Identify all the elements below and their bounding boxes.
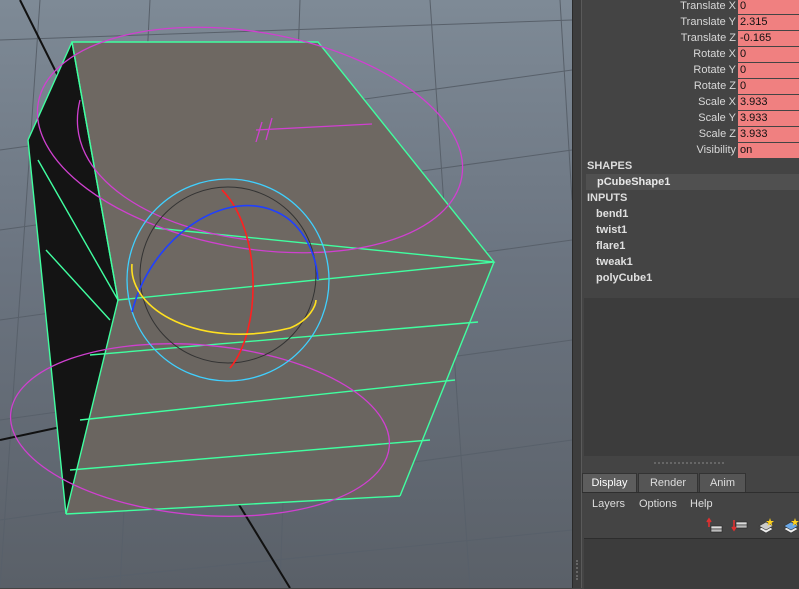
attr-value-field[interactable]: -0.165 bbox=[738, 31, 799, 46]
attr-label: Scale X bbox=[698, 96, 736, 108]
layer-list[interactable] bbox=[584, 538, 799, 589]
attr-row: Scale Z 3.933 bbox=[582, 126, 799, 142]
attr-label: Translate Z bbox=[680, 32, 736, 44]
attr-row: Translate Y 2.315 bbox=[582, 14, 799, 30]
input-item[interactable]: polyCube1 bbox=[596, 270, 652, 286]
tab-display[interactable]: Display bbox=[582, 473, 637, 493]
move-layer-down-icon[interactable] bbox=[731, 517, 749, 535]
input-item[interactable]: tweak1 bbox=[596, 254, 633, 270]
shape-item-label: pCubeShape1 bbox=[597, 176, 671, 188]
attr-row: Scale X 3.933 bbox=[582, 94, 799, 110]
attr-value-field[interactable]: 0 bbox=[738, 63, 799, 78]
cube-front-face bbox=[66, 262, 494, 514]
channel-box: Translate X 0 Translate Y 2.315 Translat… bbox=[582, 0, 799, 589]
attr-row: Scale Y 3.933 bbox=[582, 110, 799, 126]
attr-label: Scale Y bbox=[698, 112, 736, 124]
attr-label: Translate Y bbox=[680, 16, 736, 28]
shapes-header: SHAPES bbox=[587, 160, 633, 172]
splitter-grip bbox=[654, 462, 724, 466]
attr-row: Translate X 0 bbox=[582, 0, 799, 14]
attr-label: Rotate X bbox=[693, 48, 736, 60]
cube-top-face bbox=[72, 42, 494, 300]
attr-value-field[interactable]: 3.933 bbox=[738, 127, 799, 142]
attr-value-field[interactable]: on bbox=[738, 143, 799, 158]
attr-value-field[interactable]: 3.933 bbox=[738, 111, 799, 126]
shape-item[interactable]: pCubeShape1 bbox=[586, 174, 799, 190]
new-layer-from-selection-icon[interactable] bbox=[782, 517, 799, 535]
attr-row: Translate Z -0.165 bbox=[582, 30, 799, 46]
attr-value-field[interactable]: 3.933 bbox=[738, 95, 799, 110]
attr-label: Rotate Y bbox=[693, 64, 736, 76]
menu-layers[interactable]: Layers bbox=[592, 495, 625, 513]
attr-value-field[interactable]: 2.315 bbox=[738, 15, 799, 30]
menu-options[interactable]: Options bbox=[639, 495, 677, 513]
attr-label: Translate X bbox=[680, 0, 736, 12]
new-layer-icon[interactable] bbox=[757, 517, 775, 535]
attr-value-field[interactable]: 0 bbox=[738, 47, 799, 62]
attr-label: Scale Z bbox=[698, 128, 736, 140]
attr-value-field[interactable]: 0 bbox=[738, 79, 799, 94]
viewport-3d[interactable] bbox=[0, 0, 572, 588]
attr-row: Rotate X 0 bbox=[582, 46, 799, 62]
layer-toolbar bbox=[582, 515, 799, 537]
menu-help[interactable]: Help bbox=[690, 495, 713, 513]
input-item[interactable]: flare1 bbox=[596, 238, 625, 254]
tab-render[interactable]: Render bbox=[638, 473, 698, 492]
attr-row: Rotate Y 0 bbox=[582, 62, 799, 78]
move-layer-up-icon[interactable] bbox=[706, 517, 724, 535]
attr-row: Rotate Z 0 bbox=[582, 78, 799, 94]
attr-row: Visibility on bbox=[582, 142, 799, 158]
input-item[interactable]: bend1 bbox=[596, 206, 628, 222]
splitter-grip bbox=[576, 560, 580, 580]
tab-anim[interactable]: Anim bbox=[699, 473, 746, 492]
panel-horizontal-splitter[interactable] bbox=[582, 456, 799, 470]
tab-divider bbox=[582, 492, 799, 493]
attr-label: Visibility bbox=[696, 144, 736, 156]
layer-editor-tabs: Display Render Anim bbox=[582, 473, 799, 493]
attr-value-field[interactable]: 0 bbox=[738, 0, 799, 14]
attr-label: Rotate Z bbox=[693, 80, 736, 92]
layer-editor-menubar: Layers Options Help bbox=[582, 495, 799, 513]
input-item[interactable]: twist1 bbox=[596, 222, 627, 238]
viewport-scene[interactable] bbox=[0, 0, 572, 588]
inputs-header: INPUTS bbox=[587, 192, 628, 204]
panel-splitter[interactable] bbox=[572, 0, 582, 588]
channel-box-empty-area bbox=[584, 298, 799, 456]
